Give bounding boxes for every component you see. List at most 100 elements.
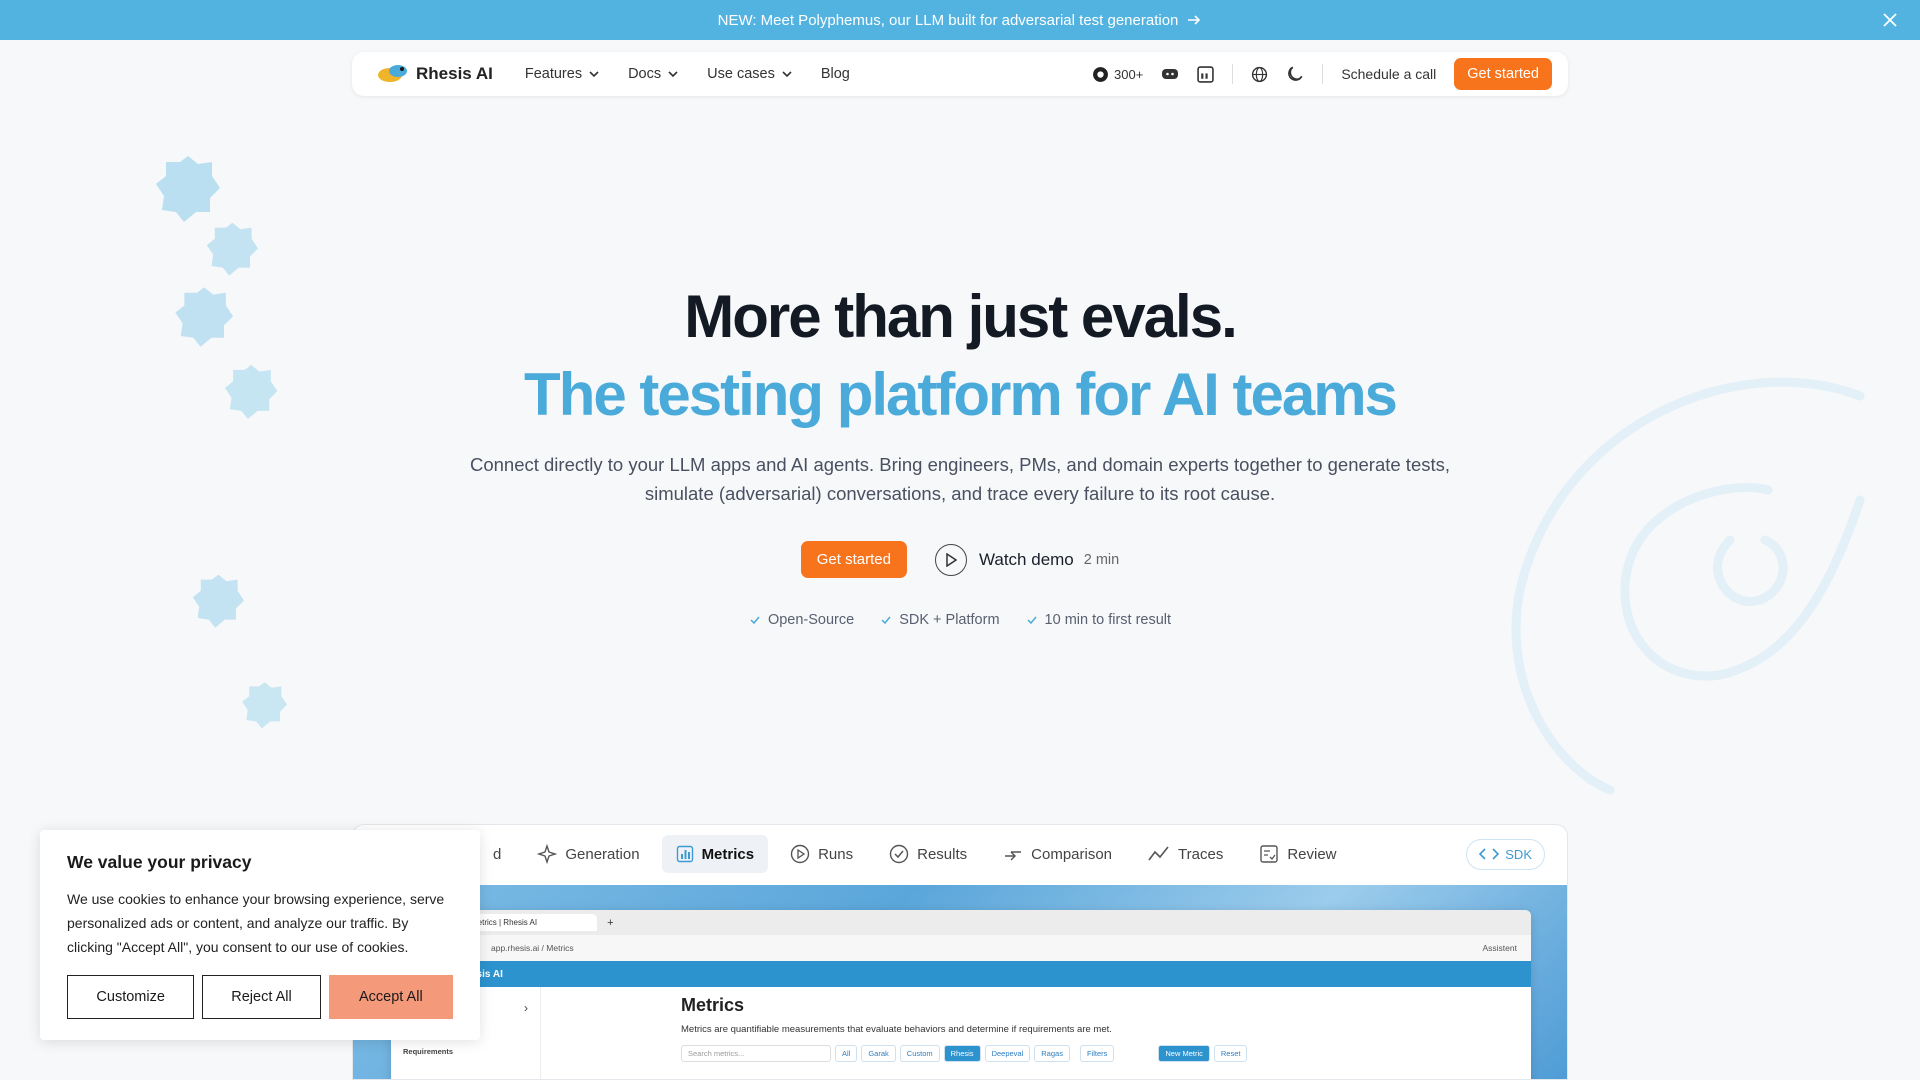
tab-metrics[interactable]: Metrics [661,835,769,873]
tab-label: Metrics [701,845,755,863]
tab-traces[interactable]: Traces [1134,835,1237,873]
sdk-button[interactable]: SDK [1466,838,1545,870]
check-item: Open-Source [749,612,854,628]
nav-get-started-button[interactable]: Get started [1454,58,1552,90]
hero-title: More than just evals. [684,283,1238,350]
watch-demo-label: Watch demo [978,549,1074,569]
brand-logo[interactable]: Rhesis AI [376,61,493,87]
play-circle-icon [790,844,810,864]
close-icon[interactable] [1880,10,1900,30]
tab-generation[interactable]: Generation [523,834,653,874]
cookie-title: We value your privacy [67,852,252,872]
nav-docs[interactable]: Docs [628,66,679,82]
browser-urlbar: app.rhesis.ai / Metrics Assistent [391,935,1531,961]
watch-demo-button[interactable]: Watch demo 2 min [934,543,1120,576]
sparkle-icon [537,844,558,864]
announcement-text[interactable]: NEW: Meet Polyphemus, our LLM built for … [718,12,1179,29]
compare-icon [1005,851,1022,861]
review-list-icon [1260,845,1279,863]
browser-tabbar: Metrics | Rhesis AI + [391,910,1531,935]
tab-results[interactable]: Results [875,834,981,874]
tab-label: d [493,845,502,863]
demo-duration: 2 min [1083,551,1120,568]
check-item: 10 min to first result [1026,612,1172,628]
app-page-description: Metrics are quantifiable measurements th… [681,1024,1112,1035]
app-main: Metrics Metrics are quantifiable measure… [681,995,1248,1062]
check-circle-icon [889,844,909,864]
metrics-toolbar: Search metrics... All Garak Custom Rhesi… [681,1045,1248,1062]
chevron-down-icon [782,71,792,78]
product-tabs: d Generation Metrics Runs Results Compar… [353,825,1567,883]
nav-use-cases-label: Use cases [707,66,775,82]
reset-button: Reset [1213,1045,1248,1062]
brand-name: Rhesis AI [416,64,493,83]
browser-url: app.rhesis.ai / Metrics [491,943,574,953]
globe-icon[interactable] [1251,66,1268,83]
nav-divider [1232,64,1234,84]
schedule-call-link[interactable]: Schedule a call [1341,66,1436,82]
announcement-bar[interactable]: NEW: Meet Polyphemus, our LLM built for … [0,0,1920,40]
tab-runs[interactable]: Runs [776,834,867,874]
play-icon [934,543,967,576]
filters-button: Filters [1079,1045,1115,1062]
cookie-consent-dialog: We value your privacy We use cookies to … [40,830,480,1040]
app-body: › Dashboard Requirements Metrics Metrics… [391,987,1531,1079]
filter-custom: Custom [899,1045,940,1062]
github-star-count: 300+ [1114,66,1144,82]
linkedin-icon[interactable] [1197,65,1215,83]
tab-label: Runs [818,845,854,863]
app-header: esis AI [391,961,1531,987]
nav-docs-label: Docs [628,66,662,82]
cta-row: Get started Watch demo 2 min [0,541,1920,578]
trend-line-icon [1148,846,1169,861]
check-label: 10 min to first result [1044,612,1172,628]
browser-window: Metrics | Rhesis AI + app.rhesis.ai / Me… [391,910,1531,1079]
product-showcase-panel: d Generation Metrics Runs Results Compar… [352,824,1568,1080]
app-screenshot: Metrics | Rhesis AI + app.rhesis.ai / Me… [353,885,1567,1079]
customize-button[interactable]: Customize [67,975,195,1019]
tab-review[interactable]: Review [1245,834,1350,874]
rhesis-logo-icon [378,65,407,82]
nav-blog[interactable]: Blog [821,66,850,82]
nav-features[interactable]: Features [525,66,600,82]
cookie-text: We use cookies to enhance your browsing … [67,891,445,955]
nav-divider [1322,64,1324,84]
check-label: SDK + Platform [899,612,1000,628]
decorative-spiral [1511,377,1865,795]
check-icon [750,616,760,625]
tab-label: Traces [1178,845,1224,863]
app-page-title: Metrics [681,995,745,1015]
filter-garak: Garak [861,1045,896,1062]
tab-comparison[interactable]: Comparison [989,834,1126,874]
discord-icon[interactable] [1161,67,1179,81]
check-label: Open-Source [767,612,855,628]
filter-deepeval: Deepeval [984,1045,1031,1062]
metrics-search: Search metrics... [681,1045,831,1062]
github-link[interactable]: 300+ [1092,66,1143,83]
sdk-label: SDK [1505,846,1532,862]
browser-tab: Metrics | Rhesis AI [461,914,598,931]
sidebar-item-requirements: Requirements [403,1047,454,1056]
filter-ragas: Ragas [1034,1045,1070,1062]
accept-all-button[interactable]: Accept All [328,975,453,1019]
chevron-down-icon [589,71,599,78]
nav-features-label: Features [524,66,583,82]
code-icon [1479,848,1500,860]
moon-icon[interactable] [1286,65,1304,83]
filter-all: All [835,1045,858,1062]
new-metric-button: New Metric [1158,1045,1210,1062]
filter-rhesis: Rhesis [943,1045,981,1062]
tab-label: Review [1287,845,1337,863]
hero-description: Connect directly to your LLM apps and AI… [469,454,1451,504]
hero-subtitle: The testing platform for AI teams [524,361,1398,428]
decorative-stars [156,156,287,729]
hero-get-started-button[interactable]: Get started [800,541,907,578]
cookie-buttons: Customize Reject All Accept All [67,975,453,1019]
tab-label: Results [917,845,968,863]
reject-all-button[interactable]: Reject All [202,975,321,1019]
nav-use-cases[interactable]: Use cases [707,66,793,82]
check-icon [1027,616,1037,625]
arrow-right-icon [1188,15,1201,25]
new-tab-icon: + [607,916,614,929]
tab-label: Comparison [1031,845,1113,863]
